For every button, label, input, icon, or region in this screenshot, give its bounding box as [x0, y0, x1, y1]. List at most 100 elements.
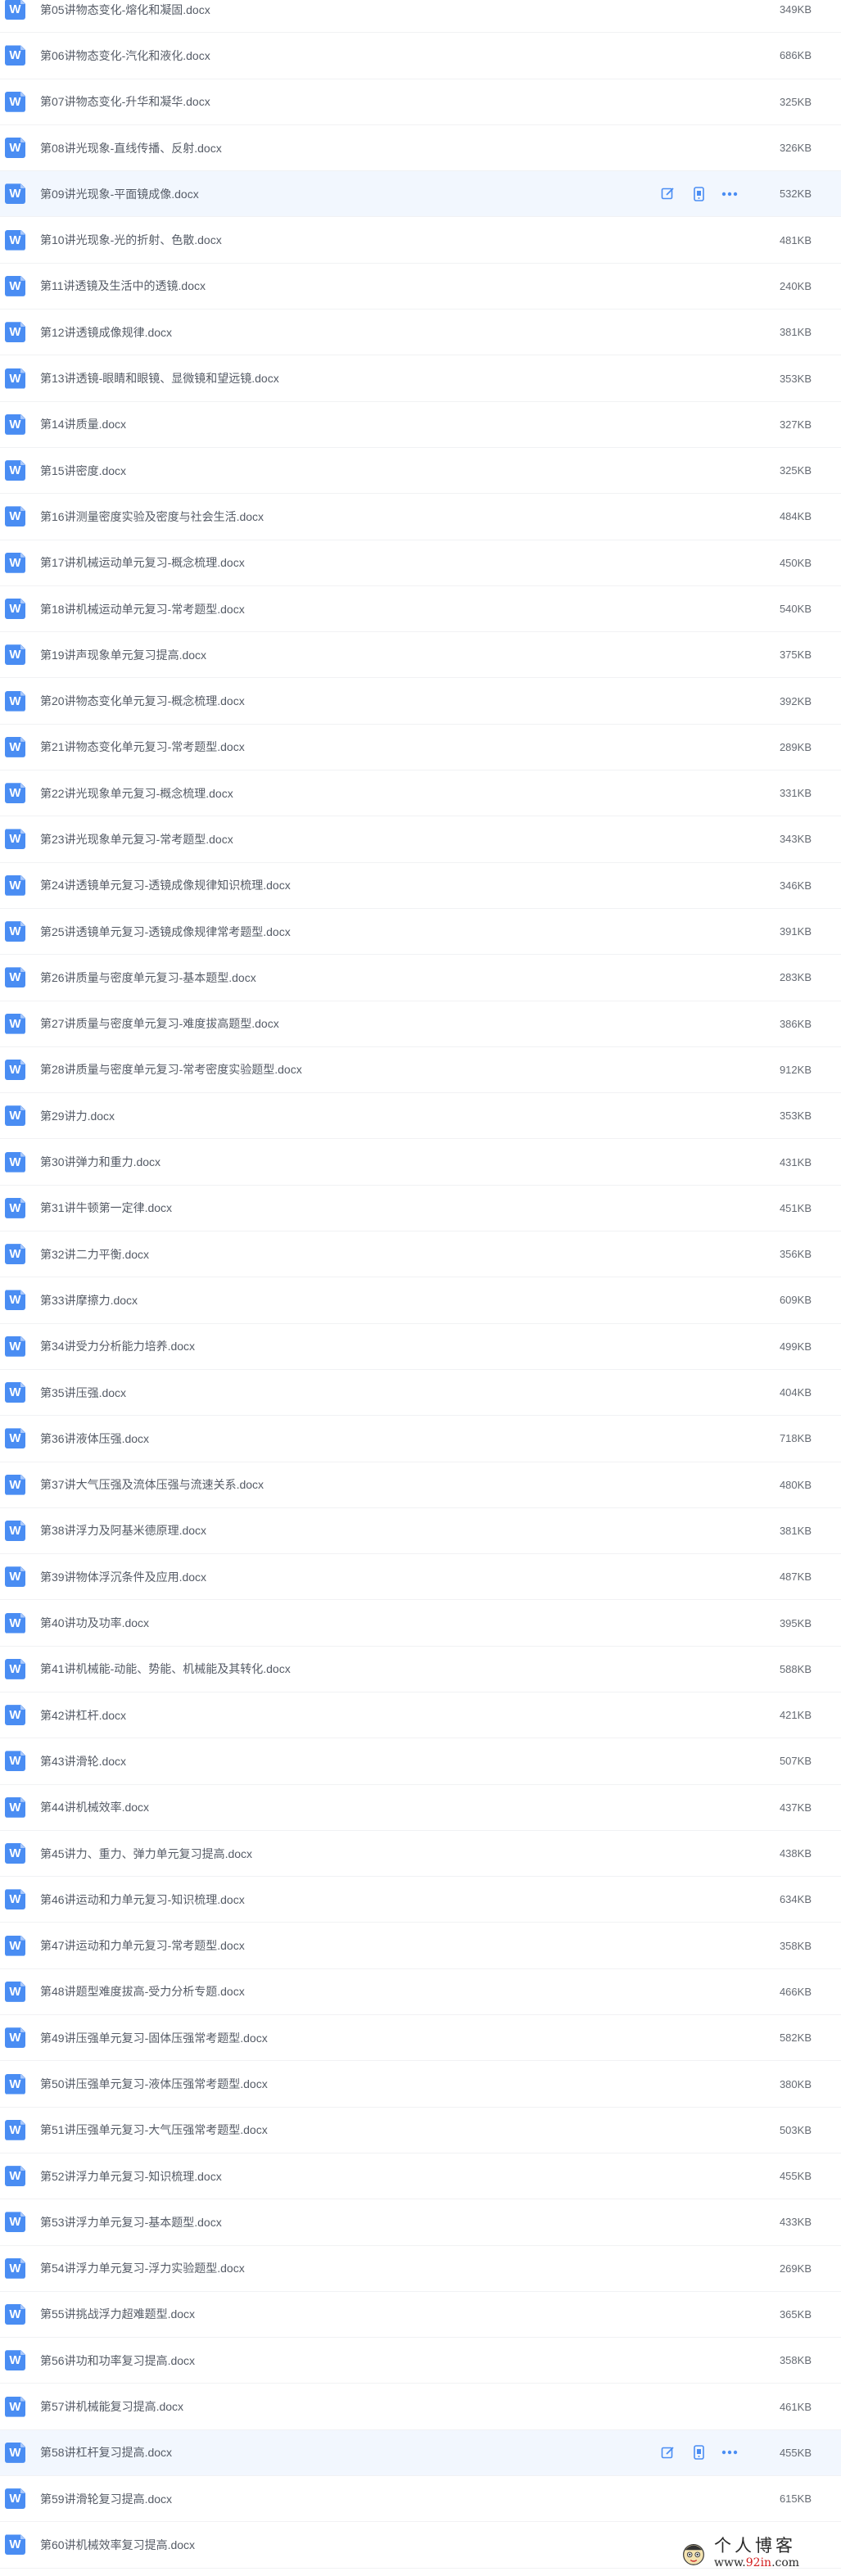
- file-name[interactable]: 第21讲物态变化单元复习-常考题型.docx: [40, 739, 245, 755]
- file-name[interactable]: 第18讲机械运动单元复习-常考题型.docx: [40, 601, 245, 617]
- file-row[interactable]: W 第27讲质量与密度单元复习-难度拔高题型.docx 386KB: [0, 1001, 841, 1047]
- file-row[interactable]: W 第07讲物态变化-升华和凝华.docx 325KB: [0, 79, 841, 125]
- edit-icon[interactable]: [659, 186, 676, 202]
- file-name[interactable]: 第30讲弹力和重力.docx: [40, 1154, 161, 1170]
- file-name[interactable]: 第06讲物态变化-汽化和液化.docx: [40, 47, 210, 64]
- file-row[interactable]: W 第29讲力.docx 353KB: [0, 1093, 841, 1140]
- more-icon[interactable]: [721, 2444, 738, 2461]
- file-row[interactable]: W 第35讲压强.docx 404KB: [0, 1369, 841, 1417]
- file-row[interactable]: W 第23讲光现象单元复习-常考题型.docx 343KB: [0, 816, 841, 863]
- file-row[interactable]: W 第42讲杠杆.docx 421KB: [0, 1692, 841, 1739]
- file-row[interactable]: W 第58讲杠杆复习提高.docx 455KB: [0, 2429, 841, 2477]
- file-name[interactable]: 第44讲机械效率.docx: [40, 1799, 149, 1815]
- file-name[interactable]: 第25讲透镜单元复习-透镜成像规律常考题型.docx: [40, 924, 291, 940]
- file-row[interactable]: W 第53讲浮力单元复习-基本题型.docx 433KB: [0, 2199, 841, 2246]
- file-name[interactable]: 第47讲运动和力单元复习-常考题型.docx: [40, 1937, 245, 1954]
- file-name[interactable]: 第49讲压强单元复习-固体压强常考题型.docx: [40, 2030, 268, 2046]
- file-name[interactable]: 第32讲二力平衡.docx: [40, 1246, 149, 1263]
- mobile-phone-icon[interactable]: [690, 186, 707, 202]
- file-name[interactable]: 第17讲机械运动单元复习-概念梳理.docx: [40, 554, 245, 571]
- file-row[interactable]: W 第22讲光现象单元复习-概念梳理.docx 331KB: [0, 771, 841, 817]
- file-name[interactable]: 第20讲物态变化单元复习-概念梳理.docx: [40, 693, 245, 709]
- file-row[interactable]: W 第20讲物态变化单元复习-概念梳理.docx 392KB: [0, 678, 841, 725]
- file-row[interactable]: W 第51讲压强单元复习-大气压强常考题型.docx 503KB: [0, 2107, 841, 2153]
- file-name[interactable]: 第13讲透镜-眼睛和眼镜、显微镜和望远镜.docx: [40, 370, 279, 386]
- file-row[interactable]: W 第25讲透镜单元复习-透镜成像规律常考题型.docx 391KB: [0, 908, 841, 956]
- file-row[interactable]: W 第19讲声现象单元复习提高.docx 375KB: [0, 632, 841, 679]
- file-row[interactable]: W 第36讲液体压强.docx 718KB: [0, 1416, 841, 1462]
- file-row[interactable]: W 第09讲光现象-平面镜成像.docx 532KB: [0, 171, 841, 218]
- file-name[interactable]: 第39讲物体浮沉条件及应用.docx: [40, 1569, 206, 1585]
- file-name[interactable]: 第41讲机械能-动能、势能、机械能及其转化.docx: [40, 1661, 291, 1677]
- file-row[interactable]: W 第41讲机械能-动能、势能、机械能及其转化.docx 588KB: [0, 1646, 841, 1692]
- file-row[interactable]: W 第33讲摩擦力.docx 609KB: [0, 1277, 841, 1324]
- file-name[interactable]: 第56讲功和功率复习提高.docx: [40, 2352, 195, 2369]
- file-row[interactable]: W 第40讲功及功率.docx 395KB: [0, 1600, 841, 1647]
- file-name[interactable]: 第59讲滑轮复习提高.docx: [40, 2491, 172, 2507]
- file-name[interactable]: 第05讲物态变化-熔化和凝固.docx: [40, 2, 210, 18]
- file-name[interactable]: 第36讲液体压强.docx: [40, 1430, 149, 1447]
- file-name[interactable]: 第35讲压强.docx: [40, 1385, 126, 1401]
- file-row[interactable]: W 第08讲光现象-直线传播、反射.docx 326KB: [0, 124, 841, 172]
- file-name[interactable]: 第34讲受力分析能力培养.docx: [40, 1338, 195, 1354]
- file-row[interactable]: W 第21讲物态变化单元复习-常考题型.docx 289KB: [0, 724, 841, 771]
- file-row[interactable]: W 第57讲机械能复习提高.docx 461KB: [0, 2384, 841, 2430]
- file-row[interactable]: W 第14讲质量.docx 327KB: [0, 401, 841, 448]
- file-name[interactable]: 第16讲测量密度实验及密度与社会生活.docx: [40, 508, 264, 525]
- file-name[interactable]: 第10讲光现象-光的折射、色散.docx: [40, 232, 222, 248]
- file-name[interactable]: 第55讲挑战浮力超难题型.docx: [40, 2306, 195, 2322]
- file-row[interactable]: W 第31讲牛顿第一定律.docx 451KB: [0, 1185, 841, 1232]
- file-name[interactable]: 第33讲摩擦力.docx: [40, 1292, 138, 1308]
- file-row[interactable]: W 第50讲压强单元复习-液体压强常考题型.docx 380KB: [0, 2061, 841, 2108]
- file-row[interactable]: W 第49讲压强单元复习-固体压强常考题型.docx 582KB: [0, 2015, 841, 2062]
- file-name[interactable]: 第51讲压强单元复习-大气压强常考题型.docx: [40, 2122, 268, 2138]
- file-name[interactable]: 第29讲力.docx: [40, 1108, 115, 1124]
- file-row[interactable]: W 第13讲透镜-眼睛和眼镜、显微镜和望远镜.docx 353KB: [0, 355, 841, 402]
- file-row[interactable]: W 第16讲测量密度实验及密度与社会生活.docx 484KB: [0, 494, 841, 540]
- file-name[interactable]: 第07讲物态变化-升华和凝华.docx: [40, 93, 210, 110]
- file-row[interactable]: W 第38讲浮力及阿基米德原理.docx 381KB: [0, 1507, 841, 1555]
- file-name[interactable]: 第43讲滑轮.docx: [40, 1753, 126, 1769]
- file-row[interactable]: W 第32讲二力平衡.docx 356KB: [0, 1232, 841, 1278]
- file-row[interactable]: W 第10讲光现象-光的折射、色散.docx 481KB: [0, 217, 841, 264]
- file-name[interactable]: 第54讲浮力单元复习-浮力实验题型.docx: [40, 2260, 245, 2276]
- file-name[interactable]: 第60讲机械效率复习提高.docx: [40, 2537, 195, 2553]
- file-name[interactable]: 第52讲浮力单元复习-知识梳理.docx: [40, 2168, 222, 2185]
- file-name[interactable]: 第23讲光现象单元复习-常考题型.docx: [40, 831, 233, 847]
- file-row[interactable]: W 第28讲质量与密度单元复习-常考密度实验题型.docx 912KB: [0, 1046, 841, 1094]
- file-name[interactable]: 第58讲杠杆复习提高.docx: [40, 2444, 172, 2461]
- file-name[interactable]: 第46讲运动和力单元复习-知识梳理.docx: [40, 1891, 245, 1908]
- edit-icon[interactable]: [659, 2444, 676, 2461]
- file-row[interactable]: W 第44讲机械效率.docx 437KB: [0, 1784, 841, 1831]
- file-name[interactable]: 第48讲题型难度拔高-受力分析专题.docx: [40, 1983, 245, 2000]
- file-name[interactable]: 第38讲浮力及阿基米德原理.docx: [40, 1522, 206, 1539]
- mobile-phone-icon[interactable]: [690, 2444, 707, 2461]
- file-row[interactable]: W 第52讲浮力单元复习-知识梳理.docx 455KB: [0, 2153, 841, 2200]
- file-row[interactable]: W 第54讲浮力单元复习-浮力实验题型.docx 269KB: [0, 2245, 841, 2292]
- file-name[interactable]: 第42讲杠杆.docx: [40, 1707, 126, 1724]
- file-name[interactable]: 第15讲密度.docx: [40, 463, 126, 479]
- file-name[interactable]: 第19讲声现象单元复习提高.docx: [40, 647, 206, 663]
- file-row[interactable]: W 第18讲机械运动单元复习-常考题型.docx 540KB: [0, 585, 841, 633]
- file-row[interactable]: W 第39讲物体浮沉条件及应用.docx 487KB: [0, 1554, 841, 1601]
- file-name[interactable]: 第50讲压强单元复习-液体压强常考题型.docx: [40, 2076, 268, 2092]
- file-row[interactable]: W 第34讲受力分析能力培养.docx 499KB: [0, 1323, 841, 1370]
- file-row[interactable]: W 第59讲滑轮复习提高.docx 615KB: [0, 2476, 841, 2523]
- file-name[interactable]: 第12讲透镜成像规律.docx: [40, 324, 172, 341]
- file-row[interactable]: W 第15讲密度.docx 325KB: [0, 447, 841, 495]
- file-name[interactable]: 第31讲牛顿第一定律.docx: [40, 1200, 172, 1216]
- file-row[interactable]: W 第30讲弹力和重力.docx 431KB: [0, 1139, 841, 1186]
- file-name[interactable]: 第37讲大气压强及流体压强与流速关系.docx: [40, 1476, 264, 1493]
- file-name[interactable]: 第09讲光现象-平面镜成像.docx: [40, 186, 199, 202]
- file-row[interactable]: W 第11讲透镜及生活中的透镜.docx 240KB: [0, 263, 841, 310]
- file-name[interactable]: 第22讲光现象单元复习-概念梳理.docx: [40, 785, 233, 802]
- file-row[interactable]: W 第24讲透镜单元复习-透镜成像规律知识梳理.docx 346KB: [0, 862, 841, 909]
- file-row[interactable]: W 第55讲挑战浮力超难题型.docx 365KB: [0, 2291, 841, 2339]
- file-row[interactable]: W 第43讲滑轮.docx 507KB: [0, 1738, 841, 1785]
- file-name[interactable]: 第27讲质量与密度单元复习-难度拔高题型.docx: [40, 1015, 279, 1032]
- file-name[interactable]: 第40讲功及功率.docx: [40, 1615, 149, 1631]
- file-row[interactable]: W 第56讲功和功率复习提高.docx 358KB: [0, 2338, 841, 2384]
- file-name[interactable]: 第28讲质量与密度单元复习-常考密度实验题型.docx: [40, 1061, 302, 1078]
- file-name[interactable]: 第26讲质量与密度单元复习-基本题型.docx: [40, 969, 256, 986]
- file-name[interactable]: 第08讲光现象-直线传播、反射.docx: [40, 140, 222, 156]
